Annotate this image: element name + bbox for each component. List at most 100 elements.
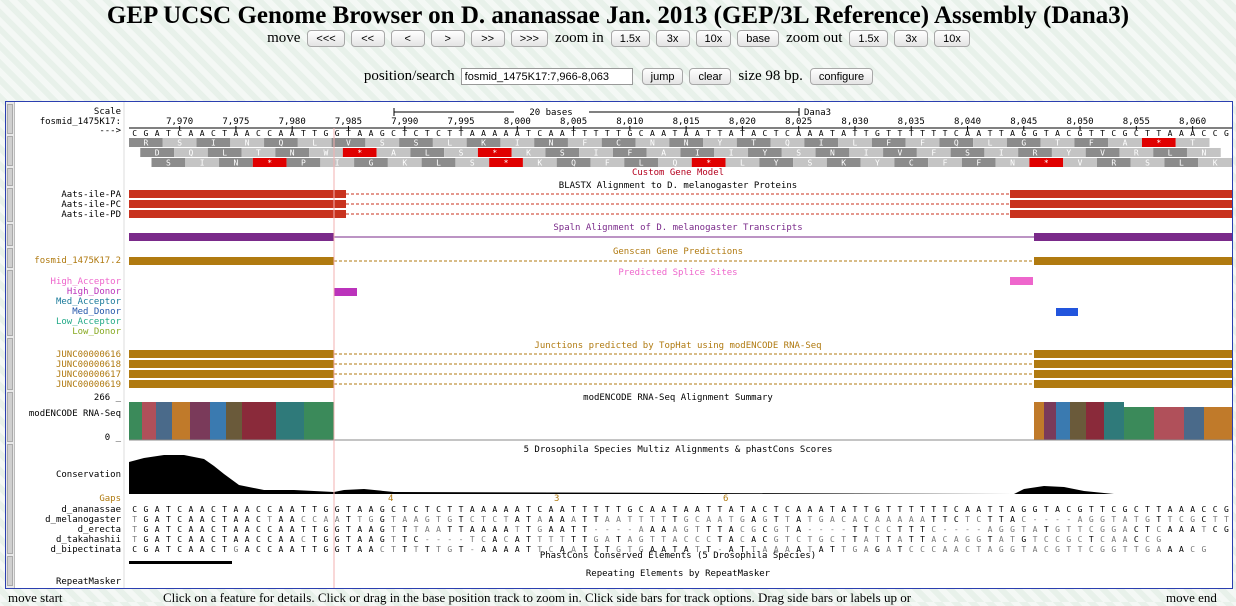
move-right-far-button[interactable]: >>> <box>510 30 548 47</box>
move-right-medium-button[interactable]: >> <box>470 30 505 47</box>
side-bar-repeat[interactable] <box>7 556 13 586</box>
side-bar-tophat[interactable] <box>7 338 13 390</box>
tophat-item-label[interactable]: JUNC00000619 <box>56 380 121 390</box>
blastx-item-label[interactable]: Aats-ile-PC <box>61 200 121 210</box>
gap-mark-2[interactable]: 3 <box>554 494 559 504</box>
tophat-item-label[interactable]: JUNC00000618 <box>56 360 121 370</box>
rnaseq-max-label: 266 _ <box>94 393 122 403</box>
dna-base: G <box>1021 129 1026 138</box>
species-label[interactable]: d_melanogaster <box>45 515 121 525</box>
alignment-base: A <box>920 515 925 524</box>
splice-label-low-acceptor[interactable]: Low_Acceptor <box>56 317 122 327</box>
splice-label-high-donor[interactable]: High_Donor <box>67 287 122 297</box>
alignment-base: A <box>931 535 936 544</box>
alignment-base: G <box>819 535 824 544</box>
splice-label-high-acceptor[interactable]: High_Acceptor <box>51 277 122 287</box>
side-bar-genscan[interactable] <box>7 248 13 268</box>
browser-image-panel[interactable]: Scale fosmid_1475K17: ---> 20 bases Dana… <box>5 101 1233 589</box>
side-bar-blastx[interactable] <box>7 188 13 222</box>
blastx-item-label[interactable]: Aats-ile-PA <box>61 190 121 200</box>
move-right-button[interactable]: > <box>430 30 465 47</box>
reading-frames[interactable]: R S I N Q L V S S L K I N F C N N Y T Q I L F F Q L G T F A * TD Q L T N W * A… <box>129 138 1232 168</box>
dna-base: T <box>312 129 317 138</box>
rnaseq-bar <box>1070 402 1086 440</box>
phastcons-element[interactable] <box>129 561 232 564</box>
genscan-item-label[interactable]: fosmid_1475K17.2 <box>34 256 121 266</box>
spaln-track[interactable] <box>129 233 1232 241</box>
alignment-base: A <box>886 545 891 554</box>
alignment-base: T <box>988 515 993 524</box>
alignment-base: G <box>774 535 779 544</box>
side-bar-frames[interactable] <box>7 136 13 166</box>
ruler-tick-label: 8,010 <box>616 117 643 127</box>
high-donor-mark[interactable] <box>334 288 357 296</box>
species-label[interactable]: d_bipectinata <box>51 545 121 555</box>
species-label[interactable]: d_takahashii <box>56 535 121 545</box>
genscan-track[interactable] <box>129 257 1232 265</box>
move-left-button[interactable]: < <box>390 30 425 47</box>
ruler-tick-label: 7,975 <box>222 117 249 127</box>
side-bar-splice[interactable] <box>7 270 13 336</box>
alignment-base: T <box>132 535 137 544</box>
position-search-input[interactable] <box>460 68 633 85</box>
conservation-label[interactable]: Conservation <box>56 470 121 480</box>
alignment-base: C <box>1044 535 1049 544</box>
zoom-base-button[interactable]: base <box>737 30 780 47</box>
splice-label-med-acceptor[interactable]: Med_Acceptor <box>56 297 122 307</box>
gap-mark-1[interactable]: 4 <box>388 494 393 504</box>
codon-letter: Q <box>672 159 677 168</box>
clear-button[interactable]: clear <box>689 68 732 85</box>
side-bar-rnaseq[interactable] <box>7 392 13 442</box>
dna-base: T <box>1145 129 1150 138</box>
multiz-species-rows[interactable]: d_ananassae C G A T C A A C T A A C C A A T T G G T A A G C T C T C T… <box>45 505 1229 555</box>
blastx-track[interactable]: Aats-ile-PAAats-ile-PCAats-ile-PD <box>61 190 1232 220</box>
rnaseq-bars[interactable] <box>129 402 1232 441</box>
high-acceptor-mark[interactable] <box>1010 277 1033 285</box>
jump-button[interactable]: jump <box>641 68 684 85</box>
zoom-in-1.5x-button[interactable]: 1.5x <box>610 30 650 47</box>
med-donor-mark[interactable] <box>1056 308 1078 316</box>
species-label[interactable]: d_ananassae <box>61 505 121 515</box>
alignment-base: T <box>526 545 531 554</box>
ruler-tick-label: 8,035 <box>898 117 925 127</box>
tracks-image[interactable]: Scale fosmid_1475K17: ---> 20 bases Dana… <box>14 102 1232 588</box>
tophat-track[interactable]: JUNC00000616JUNC00000618JUNC00000617JUNC… <box>56 350 1232 390</box>
alignment-base: A <box>188 505 193 514</box>
ruler-tick-label: 7,970 <box>166 117 193 127</box>
dna-base: T <box>425 129 430 138</box>
move-left-medium-button[interactable]: << <box>350 30 385 47</box>
alignment-base: T <box>391 535 396 544</box>
codon-letter: A <box>391 149 396 158</box>
configure-button[interactable]: configure <box>809 68 874 85</box>
alignment-base: C <box>931 525 936 534</box>
species-label[interactable]: d_erecta <box>78 525 121 535</box>
tophat-item-label[interactable]: JUNC00000617 <box>56 370 121 380</box>
side-bar-spaln[interactable] <box>7 224 13 246</box>
alignment-base: A <box>729 525 734 534</box>
rnaseq-track-label[interactable]: modENCODE RNA-Seq <box>29 409 121 419</box>
zoom-out-3x-button[interactable]: 3x <box>894 30 929 47</box>
codon-letter: T <box>256 149 261 158</box>
conservation-graph[interactable] <box>129 455 1232 494</box>
codon-letter: I <box>819 139 824 148</box>
side-bar-multiz[interactable] <box>7 444 13 554</box>
side-bar-ruler[interactable] <box>7 104 13 134</box>
blastx-item-label[interactable]: Aats-ile-PD <box>61 210 121 220</box>
zoom-out-1.5x-button[interactable]: 1.5x <box>849 30 889 47</box>
alignment-base: C <box>954 515 959 524</box>
zoom-in-10x-button[interactable]: 10x <box>695 30 732 47</box>
zoom-in-3x-button[interactable]: 3x <box>655 30 690 47</box>
blastx-exon-right <box>1010 200 1232 208</box>
dna-base: T <box>740 129 745 138</box>
alignment-base: A <box>515 515 520 524</box>
splice-label-low-donor[interactable]: Low_Donor <box>72 327 121 337</box>
side-bar-custom-gene[interactable] <box>7 168 13 186</box>
gaps-label[interactable]: Gaps <box>99 494 121 504</box>
move-left-far-button[interactable]: <<< <box>307 30 345 47</box>
alignment-base: A <box>1190 525 1195 534</box>
gap-mark-3[interactable]: 6 <box>723 494 728 504</box>
zoom-out-10x-button[interactable]: 10x <box>934 30 970 47</box>
splice-label-med-donor[interactable]: Med_Donor <box>72 307 121 317</box>
repeat-label[interactable]: RepeatMasker <box>56 577 122 587</box>
tophat-item-label[interactable]: JUNC00000616 <box>56 350 121 360</box>
